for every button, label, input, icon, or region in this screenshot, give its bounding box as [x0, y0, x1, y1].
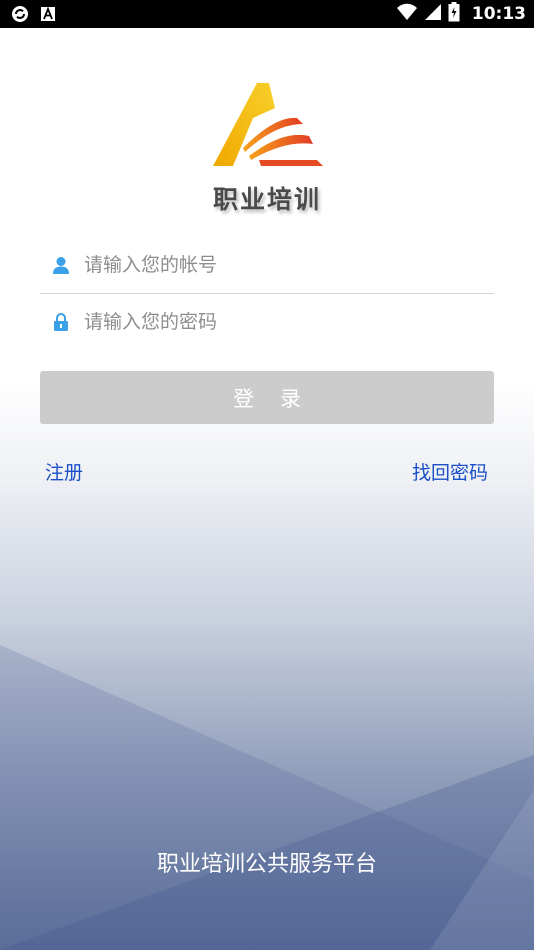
platform-footer: 职业培训公共服务平台 [156, 852, 377, 877]
forgot-password-link[interactable]: 找回密码 [412, 458, 488, 485]
battery-icon [448, 2, 460, 26]
username-input[interactable] [82, 253, 494, 277]
brand-name: 职业培训 [212, 185, 321, 214]
app-logo [205, 78, 335, 178]
register-link[interactable]: 注册 [45, 458, 83, 485]
wifi-icon [396, 3, 418, 25]
login-button[interactable]: 登录 [40, 371, 494, 424]
password-field[interactable] [40, 294, 494, 350]
user-icon [50, 254, 72, 276]
signal-icon [424, 3, 442, 25]
background-shapes [0, 645, 534, 950]
lock-icon [50, 311, 72, 333]
password-input[interactable] [82, 310, 494, 334]
notification-a-icon [40, 6, 56, 26]
status-time: 10:13 [471, 4, 526, 24]
username-field[interactable] [40, 237, 494, 294]
sync-icon [10, 4, 30, 28]
status-bar: 10:13 [0, 0, 534, 28]
